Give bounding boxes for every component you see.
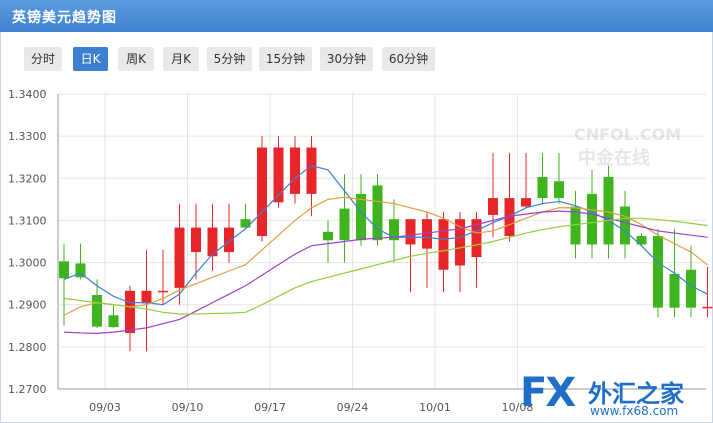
candle-body (356, 193, 366, 241)
candle (389, 199, 399, 263)
candle (141, 249, 152, 352)
candle-body (372, 185, 383, 241)
x-tick-label: 09/24 (337, 401, 369, 414)
candle (372, 174, 383, 246)
candle (686, 245, 696, 318)
candle-body (537, 177, 548, 199)
y-tick-label: 1.3100 (8, 214, 47, 227)
candle-body (92, 295, 102, 327)
y-tick-label: 1.2800 (8, 341, 47, 354)
candle (521, 153, 531, 208)
candle (455, 212, 465, 293)
tab-monthly-k[interactable]: 月K (163, 47, 199, 71)
candle-body (686, 269, 696, 308)
candle (207, 203, 218, 271)
candle-body (488, 198, 498, 215)
fx68-logo: FX 外汇之家 www.fx68.com (520, 370, 713, 423)
candle-body (174, 227, 185, 288)
candle-body (108, 315, 119, 328)
candle-body (339, 208, 350, 241)
candle-body (702, 306, 713, 309)
candle-body (158, 290, 168, 293)
x-tick-label: 10/01 (419, 401, 451, 414)
x-tick-label: 09/17 (254, 401, 286, 414)
candle (537, 153, 548, 204)
candle-body (554, 181, 564, 199)
logo-url: www.fx68.com (590, 404, 679, 418)
candle (306, 136, 317, 217)
y-tick-label: 1.3300 (8, 130, 47, 143)
y-tick-label: 1.2700 (8, 383, 47, 396)
candle (191, 203, 201, 280)
candle-body (653, 236, 663, 308)
candle (422, 212, 432, 288)
tab-30min[interactable]: 30分钟 (320, 47, 373, 71)
candle-body (587, 193, 597, 245)
candle-body (141, 290, 152, 304)
watermark-cn: 中金在线 (578, 147, 650, 169)
y-tick-label: 1.3400 (8, 88, 47, 101)
y-tick-label: 1.2900 (8, 299, 47, 312)
y-tick-label: 1.3000 (8, 257, 47, 270)
candle-body (240, 219, 251, 228)
candle-body (620, 206, 630, 245)
candle-body (191, 227, 201, 253)
logo-mark: FX (520, 370, 576, 416)
candle (257, 136, 267, 242)
candle-body (59, 261, 69, 279)
y-tick-label: 1.3200 (8, 172, 47, 185)
cnfol-watermark: CNFOL.COM 中金在线 (574, 125, 681, 169)
candle (323, 220, 333, 263)
y-axis: 1.2700 1.2800 1.2900 1.3000 1.3100 1.3200 1.33… (8, 88, 47, 396)
candle-body (224, 227, 234, 253)
tab-daily-k[interactable]: 日K (73, 47, 108, 71)
candle (273, 136, 284, 208)
candle-body (438, 219, 449, 270)
tab-weekly-k[interactable]: 周K (118, 47, 154, 71)
watermark-brand: CNFOL.COM (574, 125, 681, 144)
tab-60min[interactable]: 60分钟 (382, 47, 435, 71)
candle-body (257, 147, 267, 237)
candle-body (273, 147, 284, 203)
candle (620, 190, 630, 259)
candle (356, 174, 366, 246)
candle (108, 304, 119, 328)
candle (438, 212, 449, 293)
chart-title: 英镑美元趋势图 (12, 10, 117, 26)
candle (290, 136, 300, 204)
tab-timeshare[interactable]: 分时 (24, 47, 62, 71)
candle (636, 233, 647, 246)
candle-body (603, 177, 614, 245)
tab-5min[interactable]: 5分钟 (207, 47, 252, 71)
candle-body (323, 231, 333, 241)
x-tick-label: 09/10 (172, 401, 204, 414)
tab-15min[interactable]: 15分钟 (259, 47, 312, 71)
candle (224, 203, 234, 263)
candle (125, 285, 135, 352)
candle (653, 228, 663, 318)
candle-body (290, 147, 300, 194)
candle (504, 153, 515, 242)
candle-body (669, 273, 680, 308)
candle-body (405, 219, 416, 245)
candle-body (521, 198, 531, 207)
x-tick-label: 09/03 (89, 401, 121, 414)
candle-body (306, 147, 317, 194)
title-bar: 英镑美元趋势图 (0, 0, 713, 32)
candle-body (125, 290, 135, 333)
x-axis: 09/03 09/10 09/17 09/24 10/01 10/08 (89, 401, 533, 414)
